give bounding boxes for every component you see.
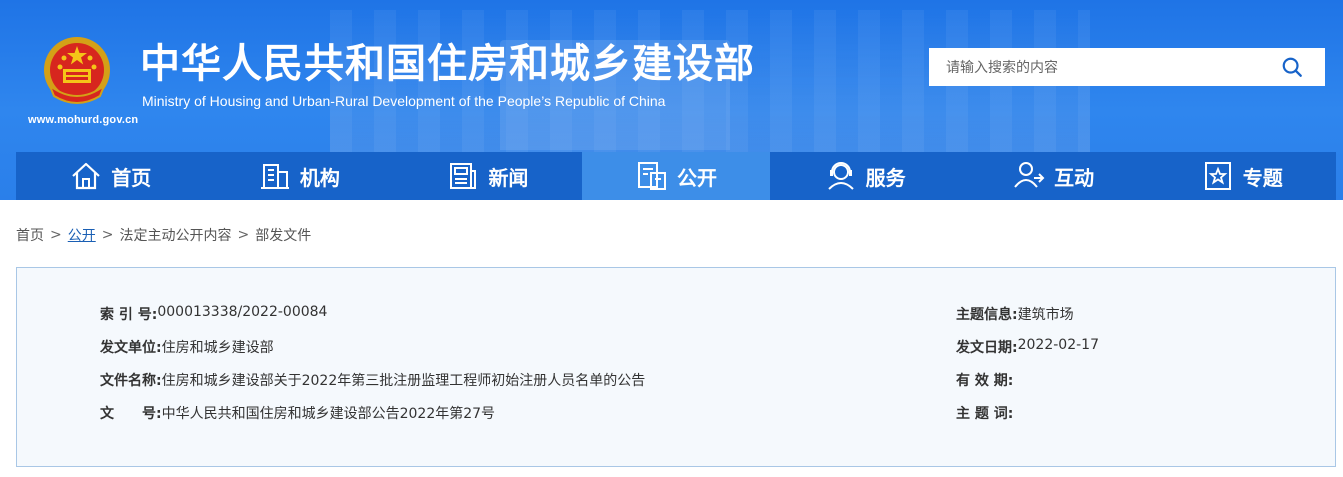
issue-date-value: 2022-02-17 [1017,337,1099,353]
document-name-row: 文件名称: 住房和城乡建设部关于2022年第三批注册监理工程师初始注册人员名单的… [100,370,645,390]
issuer-row: 发文单位: 住房和城乡建设部 [100,337,274,357]
validity-row: 有 效 期: [956,370,1013,390]
nav-item-label: 首页 [111,165,152,190]
interaction-icon [1014,162,1045,188]
star-frame-icon [1204,162,1231,190]
issuer-label: 发文单位: [100,340,162,356]
news-icon [450,163,477,189]
nav-item-label: 公开 [677,165,718,190]
site-url[interactable]: www.mohurd.gov.cn [28,114,138,126]
nav-item-label: 互动 [1054,165,1095,190]
search-icon[interactable] [1281,56,1303,78]
document-name-value: 住房和城乡建设部关于2022年第三批注册监理工程师初始注册人员名单的公告 [161,373,646,389]
validity-label: 有 效 期: [956,373,1014,389]
issue-date-row: 发文日期: 2022-02-17 [956,337,1099,357]
nav-item-service[interactable]: 服务 [770,152,959,200]
main-nav: 首页 机构 新闻 公开 服务 互动 专题 [16,152,1336,200]
nav-item-label: 机构 [299,165,340,190]
nav-item-home[interactable]: 首页 [16,152,205,200]
document-number-row: 文 号: 中华人民共和国住房和城乡建设部公告2022年第27号 [100,403,495,423]
building-icon [260,164,289,189]
site-title-english: Ministry of Housing and Urban-Rural Deve… [142,93,666,109]
topic-value: 建筑市场 [1017,307,1074,323]
index-number-row: 索 引 号: 000013338/2022-00084 [100,304,327,324]
document-number-label: 文 号: [100,406,162,422]
home-icon [72,162,101,190]
nav-item-special-topics[interactable]: 专题 [1147,152,1336,200]
service-agent-icon [827,162,854,190]
breadcrumb-separator: > [50,227,62,243]
nav-item-public[interactable]: 公开 [581,152,771,200]
breadcrumb-home[interactable]: 首页 [16,225,44,245]
keywords-row: 主 题 词: [956,403,1013,423]
search-box [929,48,1325,86]
breadcrumb: 首页 > 公开 > 法定主动公开内容 > 部发文件 [16,225,311,245]
document-number-value: 中华人民共和国住房和城乡建设部公告2022年第27号 [161,406,496,422]
document-name-label: 文件名称: [100,373,162,389]
site-title[interactable]: 中华人民共和国住房和城乡建设部 [140,40,755,88]
breadcrumb-statutory-disclosure[interactable]: 法定主动公开内容 [119,225,231,245]
keywords-label: 主 题 词: [956,406,1014,422]
site-header: www.mohurd.gov.cn 中华人民共和国住房和城乡建设部 Minist… [0,0,1343,200]
nav-item-interaction[interactable]: 互动 [959,152,1148,200]
index-number-label: 索 引 号: [100,307,158,323]
topic-row: 主题信息: 建筑市场 [956,304,1074,324]
nav-item-organization[interactable]: 机构 [205,152,394,200]
issue-date-label: 发文日期: [956,340,1018,356]
documents-icon [638,162,667,190]
breadcrumb-separator: > [237,227,250,243]
nav-item-label: 服务 [865,165,906,190]
search-input[interactable] [929,49,1259,85]
nav-item-news[interactable]: 新闻 [393,152,582,200]
index-number-value: 000013338/2022-00084 [157,304,328,320]
breadcrumb-public[interactable]: 公开 [68,225,96,245]
nav-item-label: 新闻 [488,165,529,190]
document-info-box: 索 引 号: 000013338/2022-00084 主题信息: 建筑市场 发… [16,267,1336,467]
nav-item-label: 专题 [1242,165,1283,190]
topic-label: 主题信息: [956,307,1018,323]
national-emblem-logo[interactable] [40,34,114,108]
breadcrumb-separator: > [101,227,114,243]
breadcrumb-ministry-documents[interactable]: 部发文件 [255,225,311,245]
issuer-value: 住房和城乡建设部 [161,340,274,356]
